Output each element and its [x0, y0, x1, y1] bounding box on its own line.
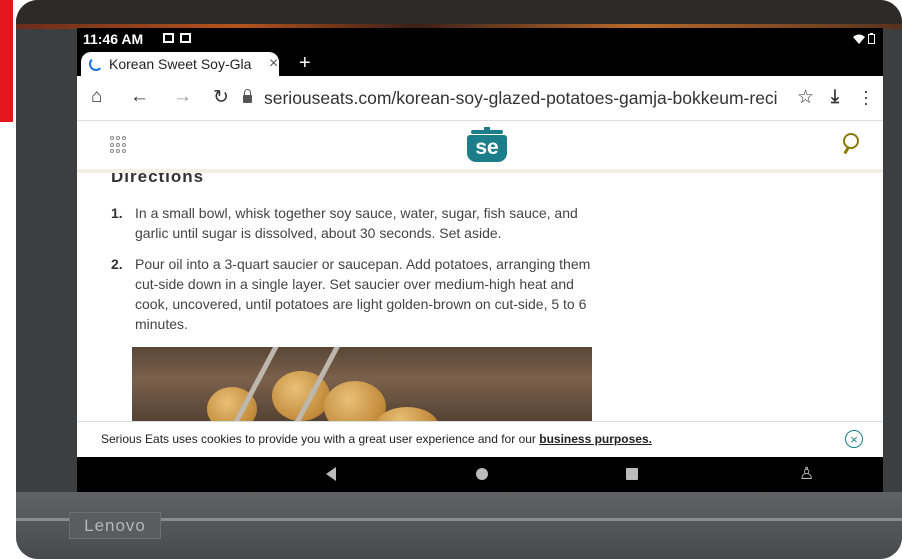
menu-icon[interactable]: · · · — [863, 82, 869, 112]
url-field[interactable]: seriouseats.com/korean-soy-glazed-potato… — [243, 85, 803, 111]
browser-tab-strip: Korean Sweet Soy-Gla × + — [77, 50, 883, 76]
lock-icon — [243, 89, 252, 103]
cookie-banner: Serious Eats uses cookies to provide you… — [77, 421, 883, 458]
brand-logo: Lenovo — [69, 512, 161, 539]
cookie-message: Serious Eats uses cookies to provide you… — [101, 432, 652, 446]
site-logo[interactable]: se — [467, 127, 507, 162]
browser-tab[interactable]: Korean Sweet Soy-Gla × — [81, 52, 279, 76]
recents-button[interactable] — [626, 468, 638, 480]
recipe-photo — [132, 347, 592, 421]
wifi-icon — [853, 34, 865, 44]
battery-icon — [868, 33, 875, 44]
back-button[interactable] — [326, 467, 336, 481]
site-logo-text: se — [467, 135, 507, 162]
notification-icons — [163, 33, 191, 43]
url-text: seriouseats.com/korean-soy-glazed-potato… — [264, 87, 778, 108]
accessibility-icon[interactable]: ♙ — [799, 464, 814, 484]
forward-icon[interactable]: → — [173, 86, 192, 108]
message-icon — [163, 33, 174, 43]
step-number: 2. — [111, 256, 123, 272]
android-nav-bar: ♙ — [77, 457, 883, 492]
step-text: In a small bowl, whisk together soy sauc… — [135, 205, 578, 241]
address-bar: ⌂ ← → ↻ seriouseats.com/korean-soy-glaze… — [77, 76, 883, 121]
step-number: 1. — [111, 205, 123, 221]
business-purposes-link[interactable]: business purposes. — [539, 432, 652, 446]
section-heading: Directions — [111, 173, 205, 186]
cookie-close-button[interactable]: × — [845, 430, 863, 448]
status-time: 11:46 AM — [83, 31, 144, 47]
step-text: Pour oil into a 3-quart saucier or sauce… — [135, 256, 591, 332]
red-edge-bar — [0, 0, 13, 122]
star-icon[interactable]: ☆ — [797, 86, 814, 109]
search-icon[interactable] — [843, 133, 859, 149]
loading-spinner-icon — [89, 57, 103, 71]
image-icon — [180, 33, 191, 43]
tablet-frame: 11:46 AM Korean Sweet Soy-Gla × + ⌂ ← → … — [16, 0, 902, 559]
tablet-screen: 11:46 AM Korean Sweet Soy-Gla × + ⌂ ← → … — [77, 28, 883, 492]
back-icon[interactable]: ← — [130, 86, 149, 108]
status-bar: 11:46 AM — [77, 28, 883, 50]
article-content: Directions 1. In a small bowl, whisk tog… — [77, 173, 883, 421]
system-icons — [853, 33, 875, 44]
tab-title: Korean Sweet Soy-Gla — [109, 56, 252, 72]
grid-menu-icon[interactable] — [110, 136, 128, 154]
home-button[interactable] — [476, 468, 488, 480]
cookie-message-text: Serious Eats uses cookies to provide you… — [101, 432, 540, 446]
directions-list: 1. In a small bowl, whisk together soy s… — [111, 203, 591, 345]
home-icon[interactable]: ⌂ — [91, 86, 102, 108]
site-header: se — [77, 121, 883, 173]
tab-close-button[interactable]: × — [269, 55, 278, 73]
new-tab-button[interactable]: + — [299, 52, 311, 75]
list-item: 1. In a small bowl, whisk together soy s… — [111, 203, 591, 243]
tablet-top-bezel — [16, 0, 902, 29]
download-icon[interactable]: ⤓ — [831, 86, 839, 107]
list-item: 2. Pour oil into a 3-quart saucier or sa… — [111, 254, 591, 334]
reload-icon[interactable]: ↻ — [213, 86, 229, 109]
